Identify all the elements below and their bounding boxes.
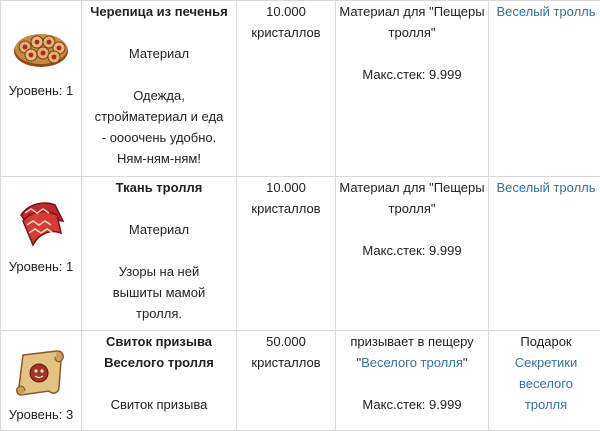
item-description-line: Ням-ням-ням!: [117, 151, 201, 166]
item-name: Свиток призыва: [105, 334, 213, 349]
price-amount: 10.000: [266, 180, 306, 195]
item-description-line: Одежда,: [133, 88, 185, 103]
summon-target-link[interactable]: Веселого тролля: [361, 355, 463, 370]
item-usage-cell: Материал для "Пещеры тролля" Макс.стек: …: [335, 0, 489, 177]
item-description-line: вышиты мамой: [112, 285, 206, 300]
item-usage-cell: Материал для "Пещеры тролля" Макс.стек: …: [335, 176, 489, 331]
item-description-line: - оооочень удобно.: [101, 130, 217, 145]
item-name: Ткань тролля: [115, 180, 203, 195]
usage-line: Материал для "Пещеры: [339, 180, 485, 195]
item-name: Черепица из печенья: [90, 4, 228, 19]
usage-line: тролля": [388, 25, 436, 40]
item-icon-cell: Уровень: 3: [0, 330, 82, 431]
item-price-cell: 50.000 кристаллов: [236, 330, 336, 431]
price-amount: 10.000: [266, 4, 306, 19]
usage-line: Материал для "Пещеры: [339, 4, 485, 19]
table-row: Уровень: 3 Свиток призыва Веселого тролл…: [0, 330, 600, 431]
usage-line: "Веселого тролля": [356, 355, 468, 370]
price-currency: кристаллов: [251, 201, 321, 216]
item-level: Уровень: 1: [8, 83, 74, 98]
max-stack: Макс.стек: 9.999: [362, 397, 462, 412]
item-usage-cell: призывает в пещеру "Веселого тролля" Мак…: [335, 330, 489, 431]
item-description-line: стройматериал и еда: [94, 109, 224, 124]
cookie-tiles-icon: [14, 34, 68, 67]
items-table: Уровень: 1 Черепица из печенья Материал …: [0, 0, 600, 431]
usage-line: призывает в пещеру: [350, 334, 474, 349]
item-type: Свиток призыва: [110, 397, 208, 412]
item-type: Материал: [128, 46, 190, 61]
item-icon-cell: Уровень: 1: [0, 176, 82, 331]
item-name: Веселого тролля: [104, 355, 214, 370]
max-stack: Макс.стек: 9.999: [362, 67, 462, 82]
item-type: Материал: [128, 222, 190, 237]
item-icon-cell: Уровень: 1: [0, 0, 82, 177]
summon-scroll-icon: [16, 350, 64, 396]
item-info-cell: Свиток призыва Веселого тролля Свиток пр…: [81, 330, 237, 431]
item-source-cell: Веселый тролль: [488, 176, 600, 331]
price-amount: 50.000: [266, 334, 306, 349]
item-price-cell: 10.000 кристаллов: [236, 0, 336, 177]
item-level: Уровень: 3: [8, 407, 74, 422]
source-link[interactable]: Веселый тролль: [496, 4, 595, 19]
item-info-cell: Черепица из печенья Материал Одежда, стр…: [81, 0, 237, 177]
price-currency: кристаллов: [251, 355, 321, 370]
item-info-cell: Ткань тролля Материал Узоры на ней вышит…: [81, 176, 237, 331]
item-description-line: Узоры на ней: [118, 264, 200, 279]
source-link[interactable]: Секретики веселого тролля: [490, 352, 600, 415]
item-source-cell: Веселый тролль: [488, 0, 600, 177]
item-price-cell: 10.000 кристаллов: [236, 176, 336, 331]
item-description-line: тролля.: [136, 306, 182, 321]
item-source-cell: Подарок Секретики веселого тролля: [488, 330, 600, 431]
max-stack: Макс.стек: 9.999: [362, 243, 462, 258]
table-row: Уровень: 1 Ткань тролля Материал Узоры н…: [0, 176, 600, 331]
troll-cloth-icon: [20, 202, 65, 247]
price-currency: кристаллов: [251, 25, 321, 40]
source-link[interactable]: Веселый тролль: [496, 180, 595, 195]
table-row: Уровень: 1 Черепица из печенья Материал …: [0, 0, 600, 177]
item-level: Уровень: 1: [8, 259, 74, 274]
usage-line: тролля": [388, 201, 436, 216]
source-label: Подарок: [520, 334, 572, 349]
